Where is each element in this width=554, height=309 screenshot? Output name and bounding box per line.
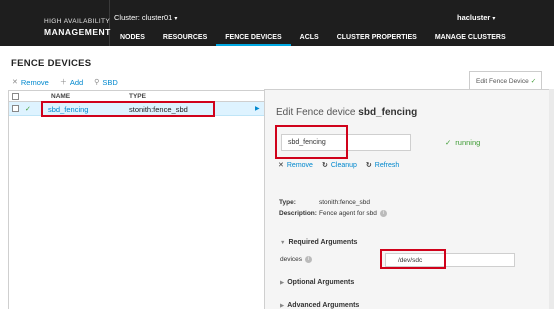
devices-label: devices [280, 256, 303, 264]
required-arguments-toggle[interactable]: ▼ Required Arguments [280, 239, 357, 246]
row-arrow-icon: ▶ [255, 106, 260, 112]
caret-down-icon: ▾ [174, 16, 178, 22]
cluster-select[interactable]: Cluster: cluster01 ▾ [114, 13, 177, 22]
add-label: Add [69, 77, 84, 87]
nav-nodes[interactable]: NODES [111, 29, 154, 46]
status-indicator: ✓ running [445, 138, 480, 147]
add-button[interactable]: ＋ Add [60, 77, 83, 87]
detail-panel: Edit Fence device sbd_fencing sbd_fencin… [264, 89, 554, 309]
check-icon: ✓ [530, 78, 537, 85]
remove-button[interactable]: ✕ Remove [12, 77, 49, 87]
wrench-icon: ⚲ [94, 79, 100, 86]
triangle-right-icon: ▶ [280, 303, 285, 309]
advanced-arguments-label: Advanced Arguments [287, 302, 360, 309]
top-bar: HIGH AVAILABILITY MANAGEMENT Cluster: cl… [0, 0, 554, 46]
nav-fence-devices[interactable]: FENCE DEVICES [216, 29, 291, 46]
status-text: running [455, 138, 481, 147]
brand-subtitle: HIGH AVAILABILITY [44, 18, 111, 25]
highlight-box [275, 125, 348, 159]
plus-icon: ＋ [59, 79, 67, 86]
nav-manage-clusters[interactable]: MANAGE CLUSTERS [426, 29, 515, 46]
sbd-button[interactable]: ⚲ SBD [94, 77, 118, 87]
list-toolbar: ✕ Remove ＋ Add ⚲ SBD [12, 77, 118, 87]
refresh-label: Refresh [374, 161, 400, 169]
devices-row: devices i [280, 256, 313, 264]
tab-label: Edit Fence Device [476, 78, 529, 85]
check-icon: ✓ [445, 138, 452, 147]
main-nav: NODES RESOURCES FENCE DEVICES ACLS CLUST… [111, 29, 515, 46]
scrollbar[interactable] [549, 89, 554, 309]
cleanup-label: Cleanup [330, 161, 357, 169]
check-icon: ✓ [25, 106, 31, 113]
triangle-down-icon: ▼ [280, 240, 286, 246]
nav-acls[interactable]: ACLS [291, 29, 328, 46]
fence-device-list: NAME TYPE ✓ sbd_fencing stonith:fence_sb… [8, 90, 264, 309]
optional-arguments-label: Optional Arguments [287, 279, 355, 286]
caret-down-icon: ▾ [492, 16, 496, 22]
cleanup-button[interactable]: ↻ Cleanup [321, 161, 357, 170]
description-label: Description: [279, 210, 317, 218]
info-icon[interactable]: i [379, 210, 387, 217]
page-title: FENCE DEVICES [11, 58, 92, 69]
refresh-button[interactable]: ↻ Refresh [365, 161, 400, 170]
detail-title-name: sbd_fencing [358, 107, 418, 118]
nav-cluster-properties[interactable]: CLUSTER PROPERTIES [328, 29, 426, 46]
optional-arguments-toggle[interactable]: ▶ Optional Arguments [280, 279, 354, 286]
detail-remove-button[interactable]: ✕ Remove [278, 161, 313, 170]
type-row: Type: stonith:fence_sbd [279, 199, 370, 206]
close-icon: ✕ [278, 162, 284, 169]
row-checkbox[interactable] [12, 105, 19, 112]
required-arguments-label: Required Arguments [288, 239, 358, 246]
info-icon[interactable]: i [305, 256, 313, 263]
nav-resources[interactable]: RESOURCES [154, 29, 216, 46]
triangle-right-icon: ▶ [280, 280, 285, 286]
column-name: NAME [51, 93, 71, 100]
description-value: Fence agent for sbd [319, 210, 377, 218]
brand-title: MANAGEMENT [44, 27, 111, 37]
column-type: TYPE [129, 93, 146, 100]
detail-title: Edit Fence device sbd_fencing [276, 107, 417, 118]
type-value: stonith:fence_sbd [319, 199, 370, 206]
close-icon: ✕ [12, 79, 18, 86]
highlight-box [380, 249, 446, 269]
remove-label: Remove [20, 77, 49, 87]
description-row: Description: Fence agent for sbd i [279, 210, 387, 217]
advanced-arguments-toggle[interactable]: ▶ Advanced Arguments [280, 302, 359, 309]
type-label: Type: [279, 199, 296, 206]
cluster-select-label: Cluster: cluster01 [114, 13, 173, 22]
refresh-icon: ↻ [365, 162, 372, 169]
detail-title-prefix: Edit Fence device [276, 107, 356, 118]
detail-actions: ✕ Remove ↻ Cleanup ↻ Refresh [278, 161, 400, 170]
highlight-box [41, 101, 215, 117]
sbd-label: SBD [102, 77, 118, 87]
user-menu[interactable]: hacluster ▾ [457, 13, 495, 22]
tab-edit-fence-device[interactable]: Edit Fence Device ✓ [469, 71, 542, 89]
select-all-checkbox[interactable] [12, 93, 19, 100]
user-name: hacluster [457, 13, 491, 22]
refresh-icon: ↻ [321, 162, 328, 169]
detail-remove-label: Remove [286, 161, 313, 169]
